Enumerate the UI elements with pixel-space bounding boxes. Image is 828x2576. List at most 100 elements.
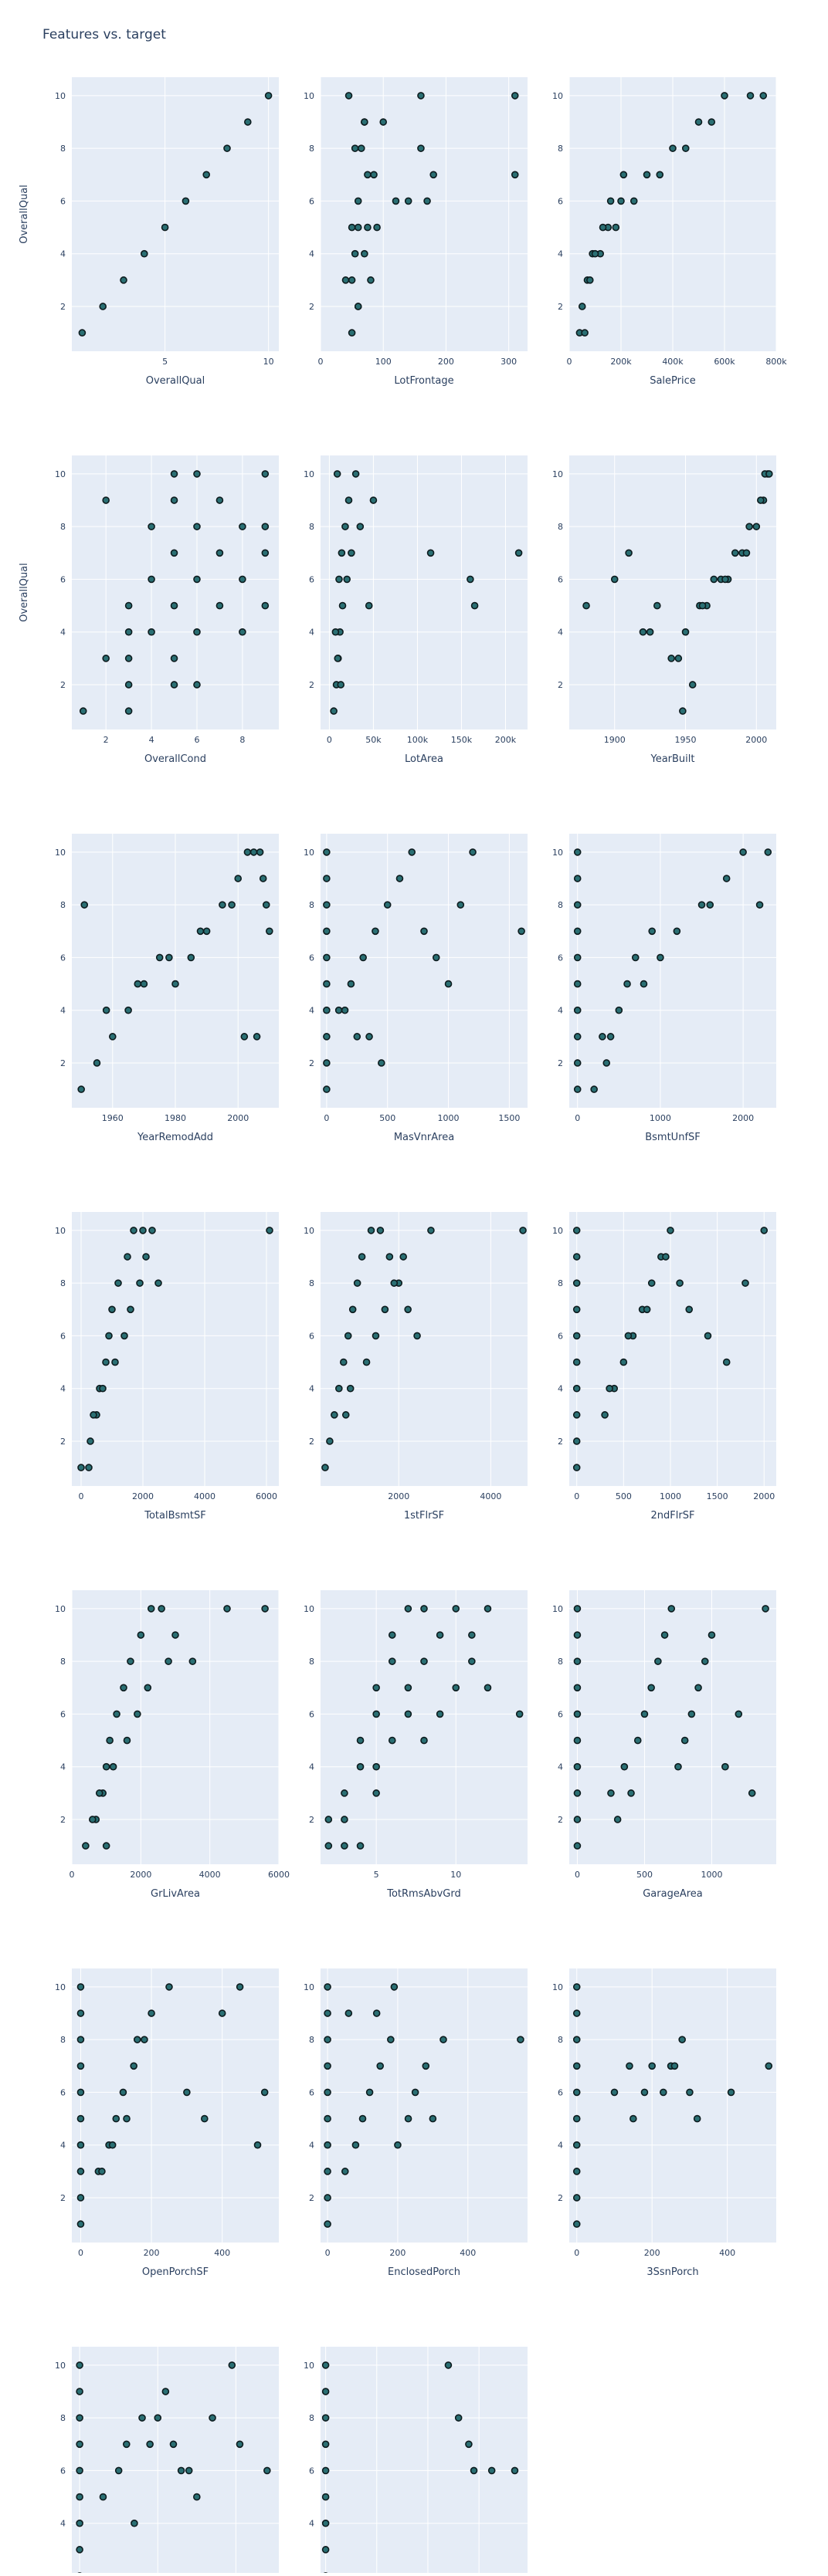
data-point bbox=[334, 655, 341, 662]
data-point bbox=[389, 1738, 395, 1744]
data-point bbox=[406, 198, 412, 204]
subplot-yearbuilt: 246810190019502000YearBuilt bbox=[552, 455, 776, 765]
y-tick-label: 4 bbox=[558, 249, 563, 259]
y-tick-label: 8 bbox=[309, 522, 314, 532]
data-point bbox=[324, 954, 330, 960]
data-point bbox=[224, 145, 230, 151]
data-point bbox=[574, 2036, 580, 2043]
data-point bbox=[574, 1790, 580, 1796]
data-point bbox=[574, 1816, 580, 1823]
data-point bbox=[600, 225, 606, 231]
data-point bbox=[368, 1227, 375, 1234]
data-point bbox=[603, 1060, 609, 1066]
x-tick-label: 2000 bbox=[753, 1491, 775, 1501]
data-point bbox=[574, 1254, 580, 1260]
data-point bbox=[704, 1332, 711, 1339]
data-point bbox=[172, 981, 178, 987]
subplot-garagearea: 24681005001000GarageArea bbox=[552, 1590, 776, 1900]
data-point bbox=[360, 954, 366, 960]
subplot-lotarea: 246810050k100k150k200kLotArea bbox=[304, 455, 528, 765]
data-point bbox=[264, 2467, 270, 2473]
subplot-grlivarea: 2468100200040006000GrLivArea bbox=[55, 1590, 290, 1900]
y-tick-label: 10 bbox=[55, 2361, 66, 2371]
data-point bbox=[104, 1843, 110, 1849]
data-point bbox=[76, 2441, 83, 2447]
data-point bbox=[579, 303, 585, 310]
data-point bbox=[141, 251, 148, 257]
data-point bbox=[421, 1606, 427, 1612]
data-point bbox=[647, 629, 653, 635]
x-tick-label: 400 bbox=[460, 2248, 476, 2258]
y-tick-label: 10 bbox=[55, 1604, 66, 1614]
data-point bbox=[511, 2467, 518, 2473]
data-point bbox=[131, 2520, 137, 2527]
data-point bbox=[699, 902, 705, 908]
data-point bbox=[608, 198, 614, 204]
data-point bbox=[263, 902, 270, 908]
data-point bbox=[575, 1034, 581, 1040]
data-point bbox=[467, 576, 473, 582]
y-tick-label: 8 bbox=[309, 144, 314, 154]
data-point bbox=[171, 682, 178, 688]
data-point bbox=[366, 1034, 372, 1040]
data-point bbox=[655, 1658, 661, 1664]
x-tick-label: 0 bbox=[567, 357, 572, 367]
y-tick-label: 2 bbox=[309, 1437, 314, 1447]
y-tick-label: 10 bbox=[304, 1982, 314, 1992]
data-point bbox=[224, 1606, 230, 1612]
subplot-overallqual: 246810510OverallQualOverallQual bbox=[19, 77, 279, 387]
x-axis-label: YearBuilt bbox=[650, 753, 694, 765]
plot-area bbox=[321, 834, 528, 1108]
data-point bbox=[124, 2116, 130, 2122]
data-point bbox=[626, 2063, 633, 2069]
x-tick-label: 6 bbox=[194, 735, 199, 745]
data-point bbox=[342, 2168, 348, 2175]
data-point bbox=[77, 2036, 83, 2043]
x-tick-label: 1000 bbox=[660, 1491, 681, 1501]
data-point bbox=[640, 981, 646, 987]
y-tick-label: 6 bbox=[309, 2087, 314, 2097]
data-point bbox=[324, 2036, 331, 2043]
y-tick-label: 10 bbox=[55, 469, 66, 479]
data-point bbox=[188, 954, 194, 960]
y-tick-label: 8 bbox=[60, 2035, 66, 2045]
data-point bbox=[126, 629, 132, 635]
data-point bbox=[625, 1332, 631, 1339]
subplot-poolarea: 2468100200400600PoolArea bbox=[304, 2347, 528, 2573]
data-point bbox=[365, 171, 371, 178]
y-tick-label: 6 bbox=[60, 2466, 66, 2476]
data-point bbox=[620, 1359, 626, 1366]
data-point bbox=[324, 1984, 331, 1990]
subplot-screenporch: 2468100200400ScreenPorch bbox=[55, 2347, 279, 2573]
data-point bbox=[341, 1790, 348, 1796]
y-tick-label: 2 bbox=[60, 1437, 66, 1447]
data-point bbox=[367, 2089, 373, 2095]
x-tick-label: 1000 bbox=[701, 1870, 722, 1880]
data-point bbox=[667, 1227, 674, 1234]
data-point bbox=[405, 1306, 411, 1312]
data-point bbox=[668, 1606, 674, 1612]
y-tick-label: 4 bbox=[558, 2141, 563, 2151]
data-point bbox=[644, 1306, 650, 1312]
data-point bbox=[591, 1086, 597, 1092]
data-point bbox=[77, 2168, 83, 2175]
data-point bbox=[358, 1843, 364, 1849]
data-point bbox=[386, 1254, 392, 1260]
data-point bbox=[700, 603, 706, 609]
data-point bbox=[702, 1658, 708, 1664]
data-point bbox=[257, 849, 263, 855]
y-tick-label: 2 bbox=[60, 1815, 66, 1825]
data-point bbox=[574, 1332, 580, 1339]
data-point bbox=[148, 629, 154, 635]
x-tick-label: 200k bbox=[495, 735, 517, 745]
y-tick-label: 8 bbox=[60, 144, 66, 154]
y-tick-label: 8 bbox=[60, 900, 66, 910]
data-point bbox=[115, 1280, 121, 1286]
data-point bbox=[633, 954, 639, 960]
data-point bbox=[204, 928, 210, 934]
data-point bbox=[575, 954, 581, 960]
data-point bbox=[353, 471, 359, 477]
data-point bbox=[765, 2063, 772, 2069]
data-point bbox=[203, 171, 209, 178]
y-tick-label: 4 bbox=[60, 2141, 66, 2151]
